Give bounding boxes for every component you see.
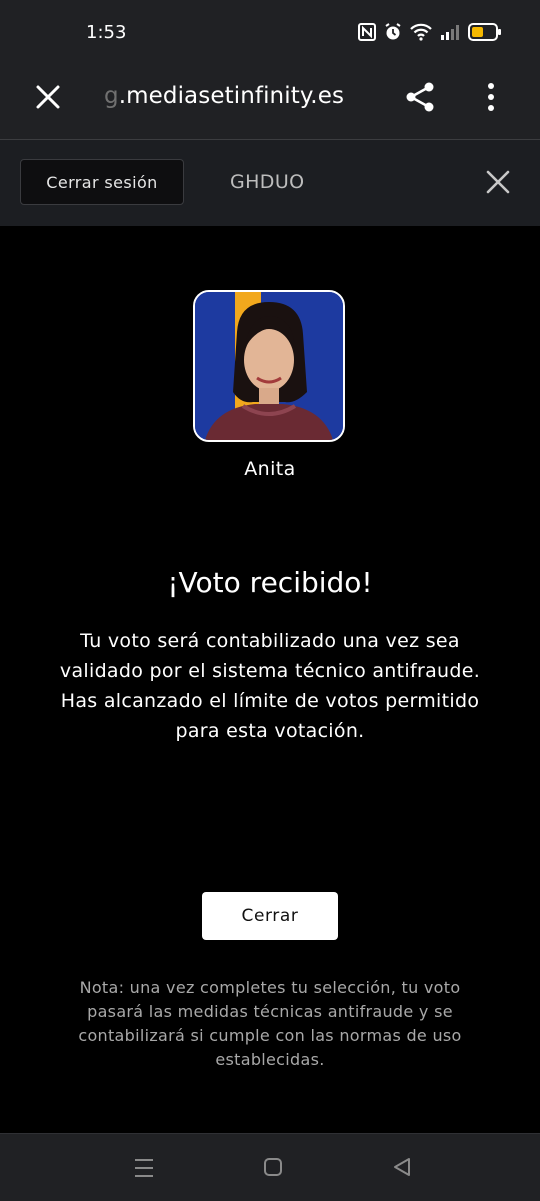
site-header: Cerrar sesión GHDUO: [0, 140, 540, 226]
close-button[interactable]: Cerrar: [202, 892, 338, 940]
result-message: Tu voto será contabilizado una vez sea v…: [59, 630, 481, 742]
url-bar[interactable]: g.mediasetinfinity.es: [104, 83, 344, 109]
result-title: ¡Voto recibido!: [167, 566, 373, 599]
disclaimer-note: Nota: una vez completes tu selección, tu…: [78, 978, 462, 1069]
system-navigation-bar: [0, 1133, 540, 1201]
nfc-icon: [358, 23, 376, 41]
battery-icon: [468, 23, 502, 41]
browser-toolbar: g.mediasetinfinity.es: [0, 62, 540, 140]
home-icon[interactable]: [262, 1156, 284, 1178]
alarm-icon: [384, 23, 402, 41]
wifi-icon: [410, 23, 432, 41]
candidate-avatar: [193, 290, 345, 442]
status-bar: 1:53: [0, 0, 540, 62]
user-code: GHDUO: [230, 171, 305, 193]
close-icon[interactable]: [486, 170, 510, 194]
url-domain: .mediasetinfinity.es: [118, 83, 345, 109]
status-icons: [358, 23, 502, 41]
close-tab-icon[interactable]: [34, 83, 62, 111]
status-time: 1:53: [86, 22, 127, 43]
vote-confirmation: Anita ¡Voto recibido! Tu voto será conta…: [0, 226, 540, 1133]
share-icon[interactable]: [403, 80, 437, 114]
logout-button[interactable]: Cerrar sesión: [20, 159, 184, 205]
candidate-name: Anita: [244, 458, 296, 480]
recent-apps-icon[interactable]: [133, 1158, 155, 1178]
url-prefix: g: [104, 83, 119, 109]
more-options-icon[interactable]: [483, 82, 499, 112]
back-icon[interactable]: [391, 1156, 413, 1178]
signal-icon: [440, 24, 460, 40]
